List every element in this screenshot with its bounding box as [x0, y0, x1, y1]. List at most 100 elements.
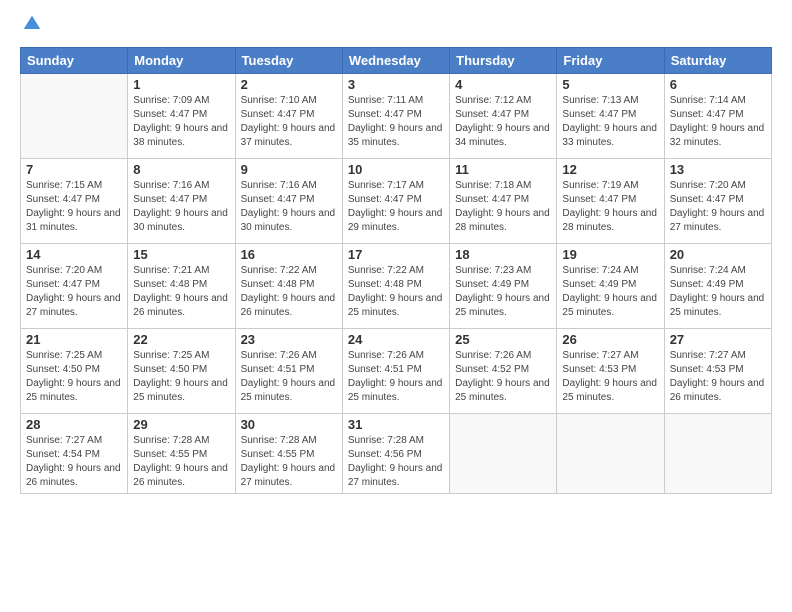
day-info: Sunrise: 7:27 AMSunset: 4:54 PMDaylight:… [26, 434, 122, 490]
day-number: 8 [133, 162, 229, 177]
day-number: 25 [455, 332, 551, 347]
day-info: Sunrise: 7:19 AMSunset: 4:47 PMDaylight:… [562, 179, 658, 235]
header [20, 10, 772, 39]
day-info: Sunrise: 7:16 AMSunset: 4:47 PMDaylight:… [133, 179, 229, 235]
day-info: Sunrise: 7:26 AMSunset: 4:51 PMDaylight:… [348, 349, 444, 405]
day-number: 19 [562, 247, 658, 262]
day-info: Sunrise: 7:13 AMSunset: 4:47 PMDaylight:… [562, 94, 658, 150]
calendar-cell: 16 Sunrise: 7:22 AMSunset: 4:48 PMDayligh… [235, 244, 342, 329]
weekday-header-monday: Monday [128, 48, 235, 74]
day-info: Sunrise: 7:27 AMSunset: 4:53 PMDaylight:… [670, 349, 766, 405]
day-number: 31 [348, 417, 444, 432]
calendar-cell: 13Sunrise: 7:20 AMSunset: 4:47 PMDayligh… [664, 159, 771, 244]
day-info: Sunrise: 7:26 AMSunset: 4:52 PMDaylight:… [455, 349, 551, 405]
calendar-cell: 28 Sunrise: 7:27 AMSunset: 4:54 PMDayligh… [21, 414, 128, 494]
day-info: Sunrise: 7:25 AMSunset: 4:50 PMDaylight:… [133, 349, 229, 405]
calendar-cell: 1 Sunrise: 7:09 AMSunset: 4:47 PMDaylight… [128, 74, 235, 159]
day-number: 24 [348, 332, 444, 347]
day-number: 30 [241, 417, 337, 432]
day-number: 10 [348, 162, 444, 177]
day-number: 26 [562, 332, 658, 347]
weekday-header-saturday: Saturday [664, 48, 771, 74]
calendar-cell: 9 Sunrise: 7:16 AMSunset: 4:47 PMDaylight… [235, 159, 342, 244]
day-number: 17 [348, 247, 444, 262]
day-info: Sunrise: 7:24 AMSunset: 4:49 PMDaylight:… [670, 264, 766, 320]
calendar-cell: 31 Sunrise: 7:28 AMSunset: 4:56 PMDayligh… [342, 414, 449, 494]
day-info: Sunrise: 7:20 AMSunset: 4:47 PMDaylight:… [26, 264, 122, 320]
day-info: Sunrise: 7:23 AMSunset: 4:49 PMDaylight:… [455, 264, 551, 320]
day-number: 23 [241, 332, 337, 347]
day-number: 22 [133, 332, 229, 347]
page: SundayMondayTuesdayWednesdayThursdayFrid… [0, 0, 792, 612]
day-number: 11 [455, 162, 551, 177]
calendar-cell: 4Sunrise: 7:12 AMSunset: 4:47 PMDaylight… [450, 74, 557, 159]
day-number: 14 [26, 247, 122, 262]
day-info: Sunrise: 7:18 AMSunset: 4:47 PMDaylight:… [455, 179, 551, 235]
weekday-header-sunday: Sunday [21, 48, 128, 74]
day-info: Sunrise: 7:15 AMSunset: 4:47 PMDaylight:… [26, 179, 122, 235]
day-number: 18 [455, 247, 551, 262]
day-number: 28 [26, 417, 122, 432]
calendar-cell [664, 414, 771, 494]
logo-icon [22, 14, 42, 34]
calendar-cell: 7Sunrise: 7:15 AMSunset: 4:47 PMDaylight… [21, 159, 128, 244]
day-info: Sunrise: 7:14 AMSunset: 4:47 PMDaylight:… [670, 94, 766, 150]
day-number: 1 [133, 77, 229, 92]
day-number: 16 [241, 247, 337, 262]
day-info: Sunrise: 7:16 AMSunset: 4:47 PMDaylight:… [241, 179, 337, 235]
calendar-cell: 3Sunrise: 7:11 AMSunset: 4:47 PMDaylight… [342, 74, 449, 159]
calendar-cell: 30 Sunrise: 7:28 AMSunset: 4:55 PMDayligh… [235, 414, 342, 494]
weekday-header-tuesday: Tuesday [235, 48, 342, 74]
calendar-cell: 26 Sunrise: 7:27 AMSunset: 4:53 PMDayligh… [557, 329, 664, 414]
day-number: 3 [348, 77, 444, 92]
day-info: Sunrise: 7:17 AMSunset: 4:47 PMDaylight:… [348, 179, 444, 235]
day-number: 15 [133, 247, 229, 262]
calendar-cell: 5 Sunrise: 7:13 AMSunset: 4:47 PMDaylight… [557, 74, 664, 159]
calendar-cell: 11 Sunrise: 7:18 AMSunset: 4:47 PMDayligh… [450, 159, 557, 244]
weekday-header-row: SundayMondayTuesdayWednesdayThursdayFrid… [21, 48, 772, 74]
calendar-cell: 27 Sunrise: 7:27 AMSunset: 4:53 PMDayligh… [664, 329, 771, 414]
week-row-1: 1 Sunrise: 7:09 AMSunset: 4:47 PMDaylight… [21, 74, 772, 159]
day-info: Sunrise: 7:27 AMSunset: 4:53 PMDaylight:… [562, 349, 658, 405]
day-info: Sunrise: 7:28 AMSunset: 4:56 PMDaylight:… [348, 434, 444, 490]
week-row-2: 7Sunrise: 7:15 AMSunset: 4:47 PMDaylight… [21, 159, 772, 244]
day-info: Sunrise: 7:09 AMSunset: 4:47 PMDaylight:… [133, 94, 229, 150]
day-info: Sunrise: 7:20 AMSunset: 4:47 PMDaylight:… [670, 179, 766, 235]
day-number: 20 [670, 247, 766, 262]
day-number: 21 [26, 332, 122, 347]
logo [20, 14, 42, 39]
day-number: 5 [562, 77, 658, 92]
weekday-header-friday: Friday [557, 48, 664, 74]
day-info: Sunrise: 7:21 AMSunset: 4:48 PMDaylight:… [133, 264, 229, 320]
day-info: Sunrise: 7:28 AMSunset: 4:55 PMDaylight:… [241, 434, 337, 490]
day-number: 6 [670, 77, 766, 92]
week-row-4: 21 Sunrise: 7:25 AMSunset: 4:50 PMDayligh… [21, 329, 772, 414]
calendar-cell: 25 Sunrise: 7:26 AMSunset: 4:52 PMDayligh… [450, 329, 557, 414]
day-info: Sunrise: 7:24 AMSunset: 4:49 PMDaylight:… [562, 264, 658, 320]
day-info: Sunrise: 7:10 AMSunset: 4:47 PMDaylight:… [241, 94, 337, 150]
calendar-cell: 17 Sunrise: 7:22 AMSunset: 4:48 PMDayligh… [342, 244, 449, 329]
day-number: 9 [241, 162, 337, 177]
calendar-cell: 10 Sunrise: 7:17 AMSunset: 4:47 PMDayligh… [342, 159, 449, 244]
calendar-cell: 24 Sunrise: 7:26 AMSunset: 4:51 PMDayligh… [342, 329, 449, 414]
day-info: Sunrise: 7:22 AMSunset: 4:48 PMDaylight:… [241, 264, 337, 320]
day-number: 12 [562, 162, 658, 177]
calendar-cell: 23 Sunrise: 7:26 AMSunset: 4:51 PMDayligh… [235, 329, 342, 414]
day-info: Sunrise: 7:22 AMSunset: 4:48 PMDaylight:… [348, 264, 444, 320]
day-number: 29 [133, 417, 229, 432]
calendar-cell: 12 Sunrise: 7:19 AMSunset: 4:47 PMDayligh… [557, 159, 664, 244]
calendar-cell: 18 Sunrise: 7:23 AMSunset: 4:49 PMDayligh… [450, 244, 557, 329]
week-row-3: 14 Sunrise: 7:20 AMSunset: 4:47 PMDayligh… [21, 244, 772, 329]
day-info: Sunrise: 7:25 AMSunset: 4:50 PMDaylight:… [26, 349, 122, 405]
day-info: Sunrise: 7:12 AMSunset: 4:47 PMDaylight:… [455, 94, 551, 150]
day-number: 2 [241, 77, 337, 92]
week-row-5: 28 Sunrise: 7:27 AMSunset: 4:54 PMDayligh… [21, 414, 772, 494]
weekday-header-wednesday: Wednesday [342, 48, 449, 74]
calendar-cell: 29Sunrise: 7:28 AMSunset: 4:55 PMDayligh… [128, 414, 235, 494]
calendar-cell: 14 Sunrise: 7:20 AMSunset: 4:47 PMDayligh… [21, 244, 128, 329]
calendar-cell: 22 Sunrise: 7:25 AMSunset: 4:50 PMDayligh… [128, 329, 235, 414]
calendar-cell: 15 Sunrise: 7:21 AMSunset: 4:48 PMDayligh… [128, 244, 235, 329]
calendar-table: SundayMondayTuesdayWednesdayThursdayFrid… [20, 47, 772, 494]
day-info: Sunrise: 7:26 AMSunset: 4:51 PMDaylight:… [241, 349, 337, 405]
day-number: 27 [670, 332, 766, 347]
